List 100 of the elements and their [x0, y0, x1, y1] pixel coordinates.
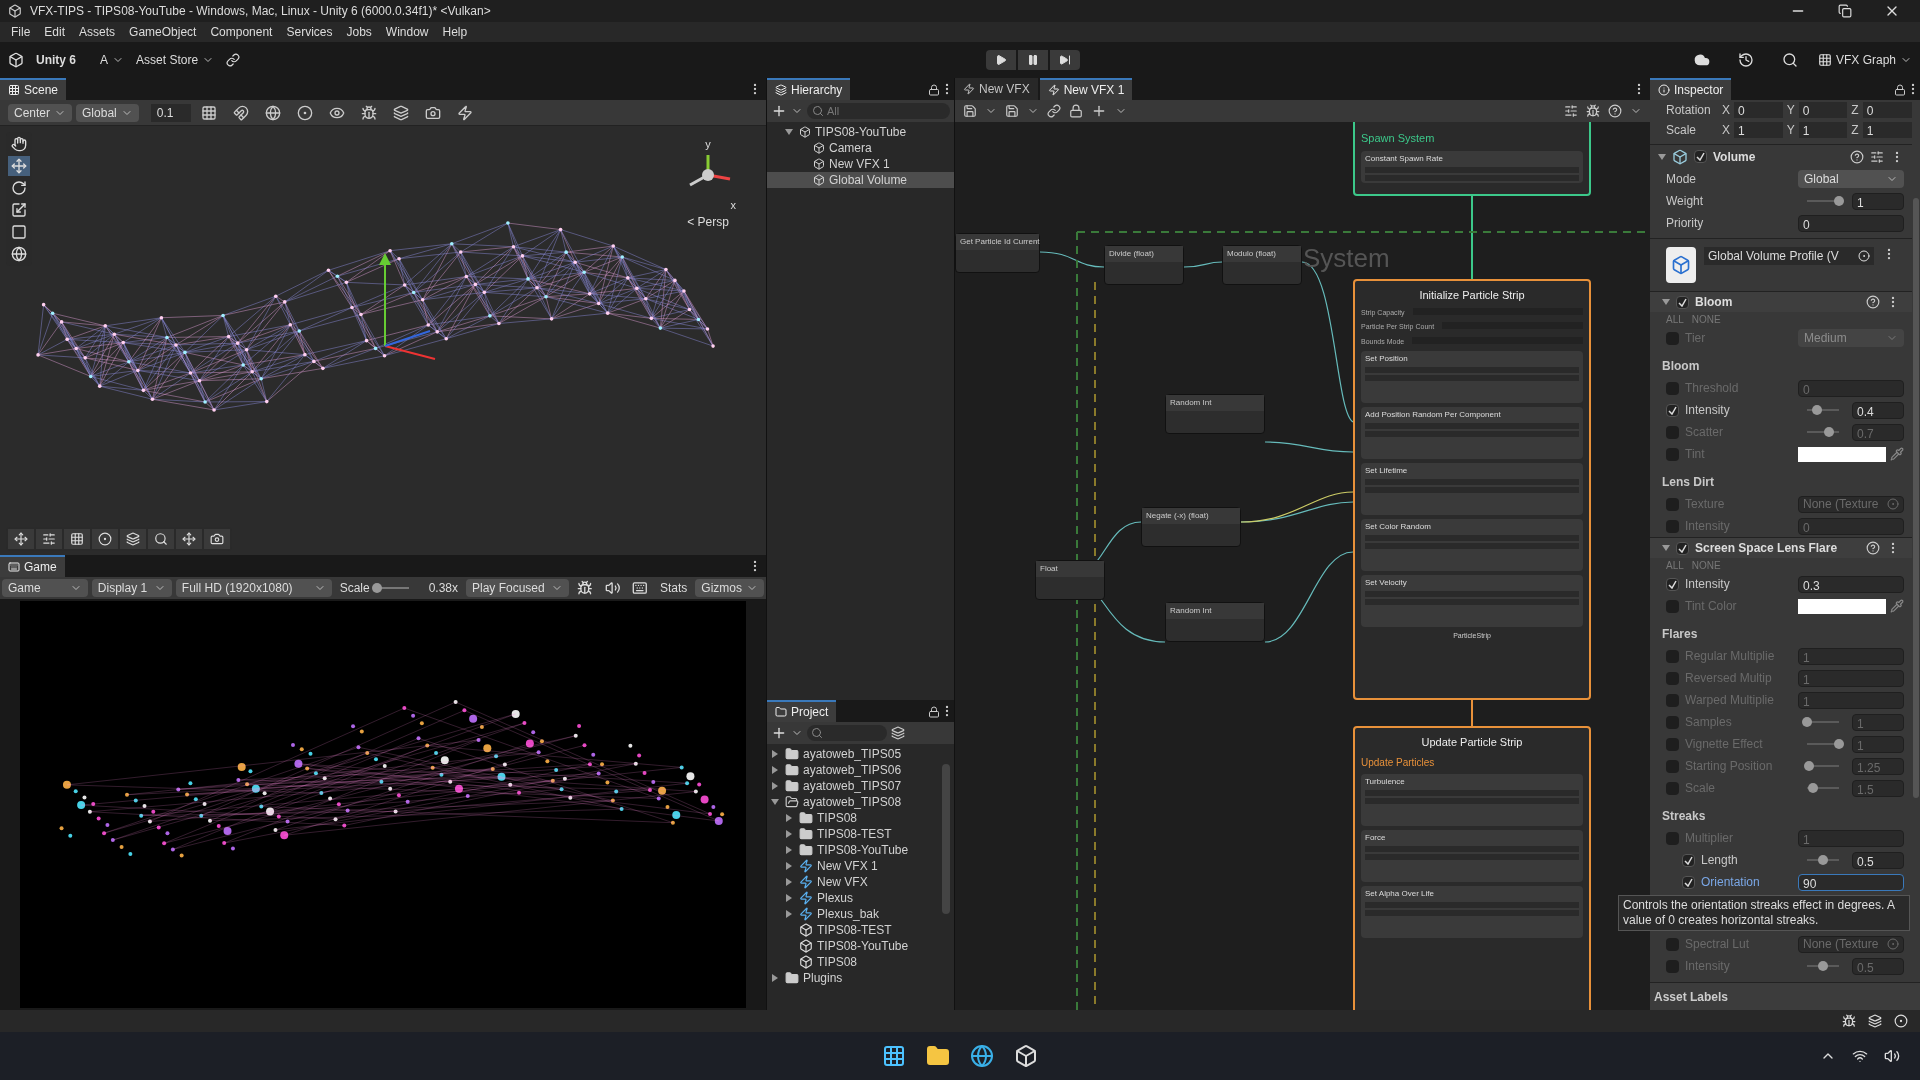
disclosure-icon[interactable] [785, 846, 793, 854]
resolution-dropdown[interactable]: Full HD (1920x1080) [175, 579, 332, 597]
bug-icon[interactable] [577, 580, 593, 596]
magnet-icon[interactable] [232, 104, 249, 121]
disclosure-icon[interactable] [785, 910, 793, 918]
checkbox[interactable] [1666, 693, 1679, 707]
disclosure-icon[interactable] [785, 878, 793, 886]
layers-icon[interactable] [1868, 1014, 1882, 1028]
asset-labels-bar[interactable]: Asset Labels [1650, 982, 1920, 1010]
lock-icon[interactable] [1069, 104, 1083, 118]
disclosure-icon[interactable] [785, 862, 793, 870]
menu-item[interactable]: Jobs [339, 23, 379, 41]
number-field[interactable]: 0 [1798, 102, 1848, 118]
lock-icon[interactable] [928, 84, 940, 96]
search-icon[interactable] [1781, 52, 1798, 68]
lock-icon[interactable] [1894, 84, 1906, 96]
disclosure-icon[interactable] [771, 974, 779, 982]
operator-node[interactable]: Random Int [1165, 394, 1265, 434]
graph-block[interactable]: Set Alpha Over Life [1361, 885, 1583, 938]
graph-block[interactable]: Set Color Random [1361, 519, 1583, 571]
projection-label[interactable]: < Persp [687, 213, 729, 231]
tree-item[interactable]: ayatoweb_TIPS08 [767, 794, 942, 810]
graph-block[interactable]: Turbulence [1361, 773, 1583, 826]
disclosure-icon[interactable] [785, 894, 793, 902]
grid-icon[interactable] [200, 104, 217, 121]
checkbox[interactable] [1666, 937, 1679, 951]
move-icon[interactable] [176, 529, 202, 549]
checkbox[interactable] [1666, 425, 1679, 439]
add-icon[interactable] [771, 103, 787, 119]
tree-item[interactable]: Plugins [767, 970, 942, 986]
speaker-icon[interactable] [604, 580, 621, 596]
menu-item[interactable]: GameObject [122, 23, 204, 41]
checkbox[interactable] [1666, 331, 1679, 345]
menu-item[interactable]: Component [203, 23, 280, 41]
wifi-icon[interactable] [1852, 1048, 1868, 1064]
number-field[interactable]: 1 [1734, 122, 1783, 138]
checkbox[interactable] [1666, 781, 1679, 795]
graph-block[interactable]: Add Position Random Per Component [1361, 407, 1583, 459]
checkbox[interactable] [1666, 959, 1679, 973]
tree-item[interactable]: Plexus [767, 890, 942, 906]
lock-icon[interactable] [928, 706, 940, 718]
number-field[interactable]: 0.3 [1798, 575, 1904, 593]
checkbox[interactable] [1676, 541, 1689, 555]
bug-icon[interactable] [360, 104, 377, 121]
component-header[interactable]: Volume [1650, 144, 1912, 168]
panel-tab[interactable]: Inspector [1650, 78, 1732, 100]
tree-item[interactable]: TIPS08-YouTube [767, 938, 942, 954]
disclosure-icon[interactable] [771, 766, 779, 774]
bug-icon[interactable] [1586, 104, 1600, 118]
menu-item[interactable]: Assets [72, 23, 123, 41]
sliders-icon[interactable] [1870, 149, 1884, 164]
scrollbar[interactable] [942, 764, 950, 914]
checkbox[interactable] [1666, 497, 1679, 511]
layout-dropdown[interactable]: VFX Graph [1817, 51, 1912, 69]
game-mode-dropdown[interactable]: Game [2, 579, 88, 597]
snap-field[interactable]: 0.1 [150, 103, 191, 122]
lightning-icon[interactable] [456, 104, 473, 121]
display-dropdown[interactable]: Display 1 [91, 579, 172, 597]
play-mode-dropdown[interactable]: Play Focused [466, 579, 570, 597]
checkbox[interactable] [1682, 875, 1695, 889]
number-field[interactable]: 0.5 [1852, 851, 1904, 869]
operator-node[interactable]: Negate (-x) (float) [1141, 507, 1241, 547]
tree-item[interactable]: TIPS08-YouTube [767, 842, 942, 858]
color-swatch[interactable] [1798, 446, 1886, 462]
filter-icon[interactable] [891, 726, 905, 740]
browser-icon[interactable] [970, 1044, 994, 1068]
space-dropdown[interactable]: Global [76, 103, 139, 122]
help-icon[interactable] [1866, 541, 1880, 555]
operator-node[interactable]: Random Int [1165, 602, 1265, 642]
checkbox[interactable] [1666, 519, 1679, 533]
eyedropper-icon[interactable] [1890, 447, 1904, 461]
graph-block[interactable]: Set Position [1361, 351, 1583, 403]
graph-block[interactable]: Set Velocity [1361, 575, 1583, 627]
checkbox[interactable] [1666, 381, 1679, 395]
checkbox[interactable] [1666, 831, 1679, 845]
menu-item[interactable]: Window [378, 23, 436, 41]
checkbox[interactable] [1666, 577, 1679, 591]
panel-tab[interactable]: Scene [0, 78, 67, 100]
number-field[interactable]: 0 [1862, 102, 1912, 118]
context-node[interactable]: Spawn System Constant Spawn Rate [1353, 122, 1591, 196]
scrollbar[interactable] [1913, 198, 1919, 798]
checkbox[interactable] [1666, 447, 1679, 461]
search-icon[interactable] [148, 529, 174, 549]
stats-button[interactable]: Stats [656, 579, 692, 597]
number-field[interactable]: 1 [1798, 122, 1848, 138]
layers-icon[interactable] [120, 529, 146, 549]
graph-block[interactable]: Constant Spawn Rate [1361, 150, 1583, 183]
tree-item[interactable]: TIPS08-TEST [767, 826, 942, 842]
save-icon[interactable] [963, 104, 977, 118]
folder-icon[interactable] [926, 1044, 950, 1068]
tree-item[interactable]: ayatoweb_TIPS05 [767, 746, 942, 762]
sliders-icon[interactable] [1564, 104, 1578, 118]
checkbox[interactable] [1666, 403, 1679, 417]
help-icon[interactable] [1850, 149, 1864, 164]
pivot-dropdown[interactable]: Center [8, 103, 73, 122]
graph-block[interactable]: Set Lifetime [1361, 463, 1583, 515]
tree-item[interactable]: ayatoweb_TIPS07 [767, 778, 942, 794]
circle-icon[interactable] [1894, 1014, 1908, 1028]
operator-node[interactable]: Modulo (float) [1222, 245, 1302, 285]
keyboard-icon[interactable] [632, 580, 648, 596]
